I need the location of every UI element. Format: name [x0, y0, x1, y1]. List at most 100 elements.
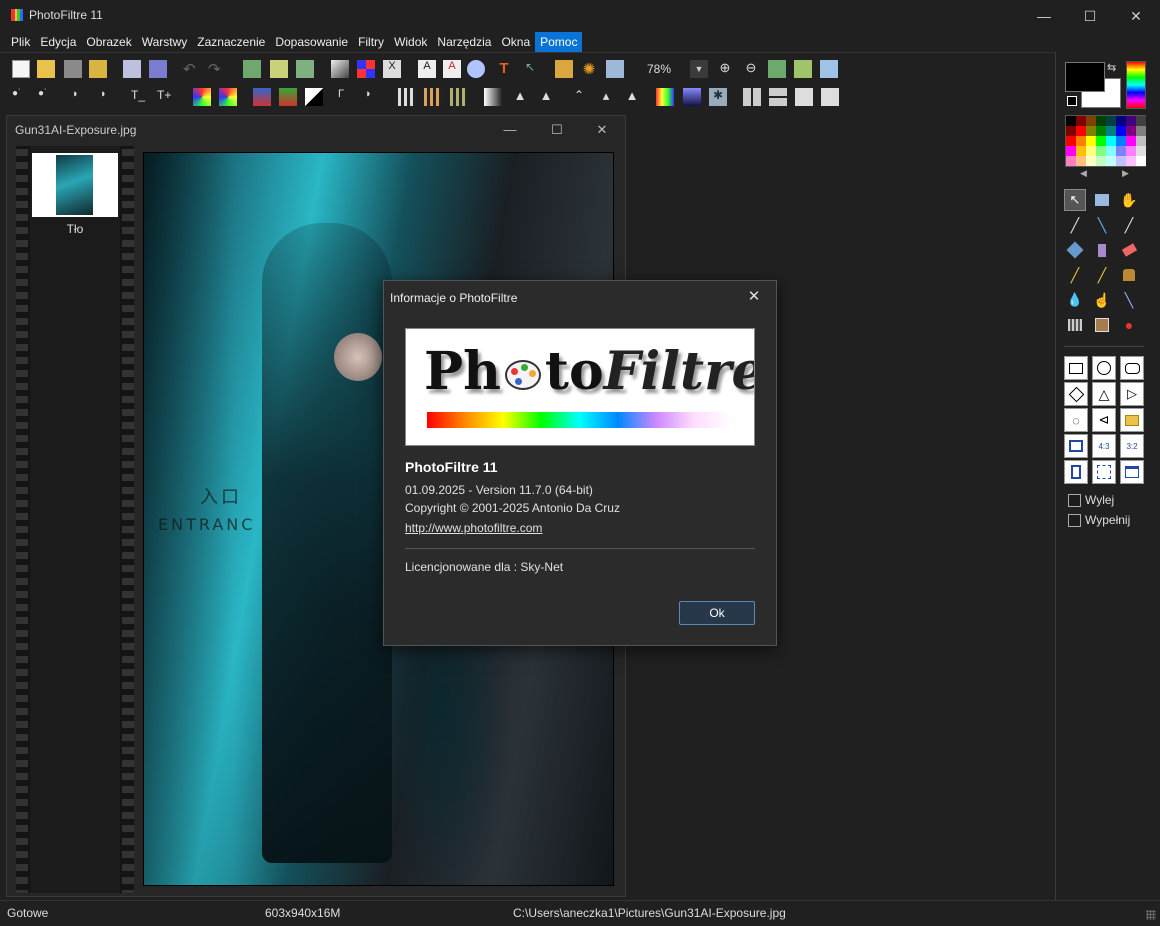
color-swatch[interactable]	[1136, 126, 1146, 136]
gamma-plus-icon[interactable]: ◗	[365, 88, 383, 106]
color-swatch[interactable]	[1126, 116, 1136, 126]
menu-pomoc[interactable]: Pomoc	[535, 32, 583, 52]
color-swatch[interactable]	[1066, 126, 1076, 136]
color-swatch[interactable]	[1096, 126, 1106, 136]
dialog-close-button[interactable]: ✕	[740, 285, 768, 309]
doc-minimize-button[interactable]: —	[495, 119, 525, 141]
strawberry-tool-icon[interactable]: ●	[1118, 314, 1140, 336]
magic-wand-tool-icon[interactable]: ╲	[1091, 214, 1113, 236]
full-screen-icon[interactable]	[820, 60, 838, 78]
color-swatch[interactable]	[1136, 136, 1146, 146]
menu-filtry[interactable]: Filtry	[353, 32, 389, 52]
pattern-tool-icon[interactable]	[1064, 314, 1086, 336]
shutter-icon[interactable]: ✱	[709, 88, 727, 106]
ratio-43-icon[interactable]: 4:3	[1092, 434, 1116, 458]
contrast-icon[interactable]	[305, 88, 323, 106]
color-swatch[interactable]	[1126, 136, 1136, 146]
paste-icon[interactable]	[243, 60, 261, 78]
actual-size-icon[interactable]	[768, 60, 786, 78]
redo-icon[interactable]: ↷	[208, 60, 226, 78]
palette-left-icon[interactable]: ◀	[1080, 168, 1087, 179]
rotate-left-icon[interactable]	[795, 88, 813, 106]
open-shape-icon[interactable]	[1120, 408, 1144, 432]
polygon-shape-icon[interactable]: ⊲	[1092, 408, 1116, 432]
colors-large-icon[interactable]	[219, 88, 237, 106]
cursor-icon[interactable]: ↖	[521, 60, 539, 78]
transparency-icon[interactable]: X	[383, 60, 401, 78]
select-all-icon[interactable]	[1064, 434, 1088, 458]
color-swatch[interactable]	[1086, 116, 1096, 126]
color-swatch[interactable]	[1136, 156, 1146, 166]
menu-narzedzia[interactable]: Narzędzia	[432, 32, 496, 52]
rounded-rect-shape-icon[interactable]	[1120, 356, 1144, 380]
colors-small-icon[interactable]	[193, 88, 211, 106]
color-swatch[interactable]	[1096, 146, 1106, 156]
stamp-tool-icon[interactable]	[1118, 264, 1140, 286]
clone-tool-icon[interactable]	[1091, 314, 1113, 336]
mirror-horizontal-icon[interactable]	[743, 88, 761, 106]
zoom-field[interactable]: 78%	[631, 59, 687, 79]
text-tool-icon[interactable]: T	[495, 60, 513, 78]
color-swatch[interactable]	[1086, 126, 1096, 136]
blur-icon[interactable]: ▲	[511, 88, 529, 106]
menu-obrazek[interactable]: Obrazek	[81, 32, 136, 52]
rectangle-shape-icon[interactable]	[1064, 356, 1088, 380]
spectrum-icon[interactable]	[656, 88, 674, 106]
import-icon[interactable]	[89, 60, 107, 78]
color-swatch[interactable]	[1126, 156, 1136, 166]
color-swatch[interactable]	[1116, 116, 1126, 126]
open-folder-icon[interactable]	[37, 60, 55, 78]
wylej-checkbox-row[interactable]: Wylej	[1068, 493, 1114, 507]
menu-widok[interactable]: Widok	[389, 32, 432, 52]
color-swatch[interactable]	[1106, 136, 1116, 146]
dialog-website-link[interactable]: http://www.photofiltre.com	[405, 521, 542, 535]
menu-dopasowanie[interactable]: Dopasowanie	[270, 32, 353, 52]
color-swatch[interactable]	[1076, 156, 1086, 166]
color-swatch[interactable]	[1096, 156, 1106, 166]
color-swatch[interactable]	[1106, 116, 1116, 126]
color-swatch[interactable]	[1116, 146, 1126, 156]
text-box-icon[interactable]	[1064, 460, 1088, 484]
new-file-icon[interactable]	[12, 60, 30, 78]
deform-tool-icon[interactable]: ╲	[1118, 289, 1140, 311]
mirror-vertical-icon[interactable]	[769, 88, 787, 106]
menu-plik[interactable]: Plik	[6, 32, 35, 52]
color-swatch[interactable]	[1066, 136, 1076, 146]
spray-tool-icon[interactable]	[1091, 239, 1113, 261]
deep-blue-icon[interactable]	[683, 88, 701, 106]
window-icon[interactable]	[606, 60, 624, 78]
color-swatch[interactable]	[1066, 156, 1076, 166]
hue-bar[interactable]	[1126, 61, 1146, 109]
ok-button[interactable]: Ok	[679, 601, 755, 625]
text-small-icon[interactable]: T_	[131, 88, 149, 106]
color-swatch[interactable]	[1116, 156, 1126, 166]
color-swatch[interactable]	[1066, 146, 1076, 156]
grid-icon[interactable]	[398, 88, 416, 106]
triangle-right-shape-icon[interactable]: ▷	[1120, 382, 1144, 406]
doc-close-button[interactable]: ✕	[587, 119, 617, 141]
zoom-in-icon[interactable]: ⊕	[716, 60, 734, 78]
advanced-brush-tool-icon[interactable]: ╱	[1091, 264, 1113, 286]
layer-thumbnail[interactable]	[32, 153, 118, 217]
magic-wand-icon[interactable]	[467, 60, 485, 78]
zoom-dropdown-icon[interactable]: ▼	[690, 60, 708, 78]
blur-tool-icon[interactable]: 💧	[1064, 289, 1086, 311]
crop-marks-icon[interactable]	[1092, 460, 1116, 484]
close-button[interactable]: ✕	[1113, 0, 1159, 32]
fit-image-icon[interactable]	[794, 60, 812, 78]
layer-tool-icon[interactable]	[1091, 189, 1113, 211]
smudge-tool-icon[interactable]: ☝	[1091, 289, 1113, 311]
olive-grid-icon[interactable]	[450, 88, 468, 106]
swap-colors-icon[interactable]: ⇆	[1107, 61, 1121, 75]
color-swatch[interactable]	[1076, 126, 1086, 136]
menu-warstwy[interactable]: Warstwy	[137, 32, 193, 52]
palette-right-icon[interactable]: ▶	[1122, 168, 1129, 179]
save-icon[interactable]	[64, 60, 82, 78]
ellipse-shape-icon[interactable]	[1092, 356, 1116, 380]
foreground-color-swatch[interactable]	[1065, 62, 1105, 92]
window-shape-icon[interactable]	[1120, 460, 1144, 484]
color-swatch[interactable]	[1126, 126, 1136, 136]
text-format-icon[interactable]: A	[443, 60, 461, 78]
crop-icon[interactable]	[296, 60, 314, 78]
eraser-tool-icon[interactable]	[1118, 239, 1140, 261]
